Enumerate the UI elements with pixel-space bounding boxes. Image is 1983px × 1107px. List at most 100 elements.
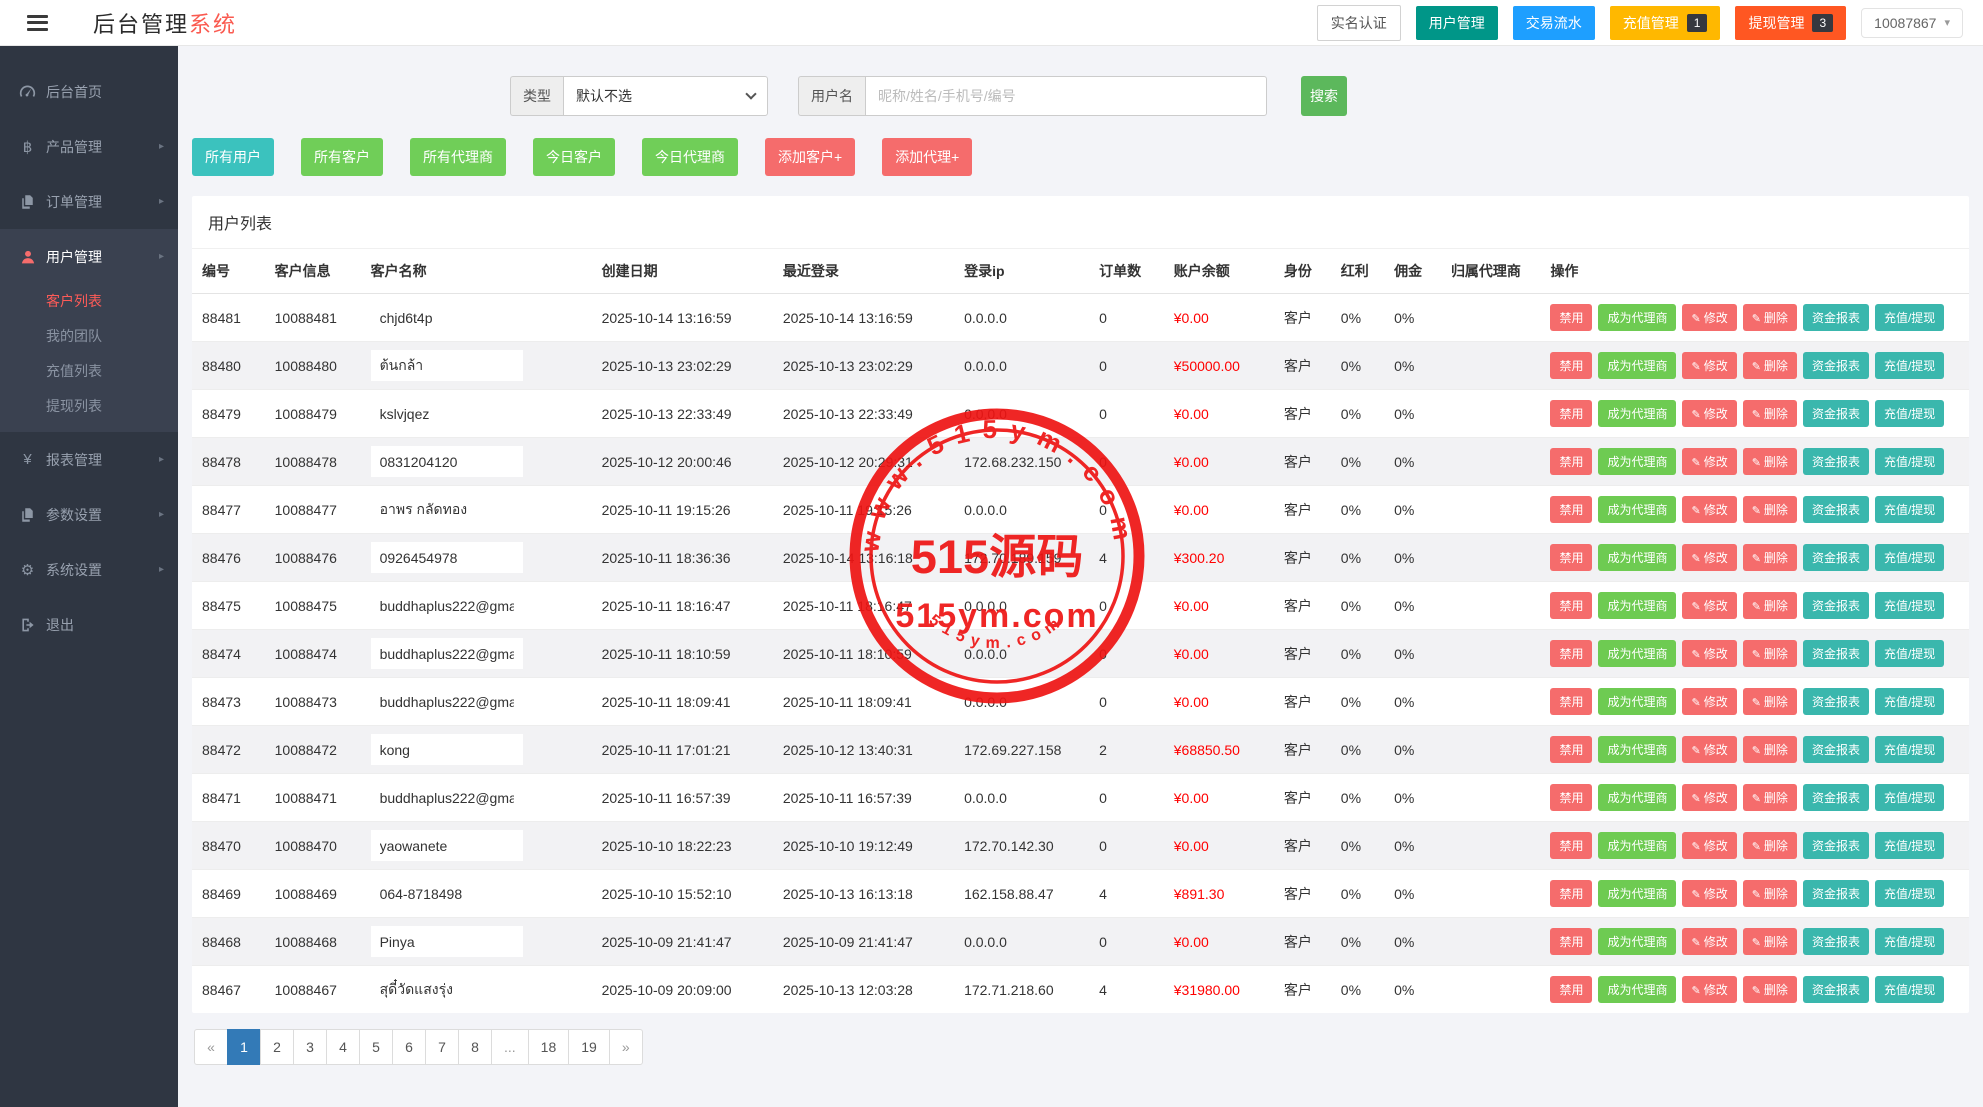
disable-button[interactable]: 禁用 (1550, 784, 1593, 811)
edit-button[interactable]: ✎ 修改 (1682, 448, 1737, 475)
become-agent-button[interactable]: 成为代理商 (1598, 592, 1677, 619)
all-agents-button[interactable]: 所有代理商 (410, 138, 506, 176)
edit-button[interactable]: ✎ 修改 (1682, 832, 1737, 859)
become-agent-button[interactable]: 成为代理商 (1598, 928, 1677, 955)
pagination-page-1[interactable]: 1 (227, 1029, 261, 1065)
recharge-withdraw-button[interactable]: 充值/提现 (1874, 784, 1945, 811)
recharge-withdraw-button[interactable]: 充值/提现 (1874, 544, 1945, 571)
disable-button[interactable]: 禁用 (1550, 592, 1593, 619)
customer-name-input[interactable] (370, 974, 523, 1005)
edit-button[interactable]: ✎ 修改 (1682, 592, 1737, 619)
customer-name-input[interactable] (370, 494, 523, 525)
edit-button[interactable]: ✎ 修改 (1682, 784, 1737, 811)
sidebar-item-orders[interactable]: 订单管理 ▸ (0, 174, 178, 229)
become-agent-button[interactable]: 成为代理商 (1598, 784, 1677, 811)
become-agent-button[interactable]: 成为代理商 (1598, 976, 1677, 1003)
become-agent-button[interactable]: 成为代理商 (1598, 448, 1677, 475)
pagination-page-4[interactable]: 4 (326, 1029, 360, 1065)
customer-name-input[interactable] (370, 542, 523, 573)
customer-name-input[interactable] (370, 686, 523, 717)
disable-button[interactable]: 禁用 (1550, 544, 1593, 571)
disable-button[interactable]: 禁用 (1550, 736, 1593, 763)
add-agent-button[interactable]: 添加代理+ (882, 138, 973, 176)
edit-button[interactable]: ✎ 修改 (1682, 688, 1737, 715)
delete-button[interactable]: ✎ 删除 (1742, 448, 1797, 475)
add-customer-button[interactable]: 添加客户+ (765, 138, 856, 176)
edit-button[interactable]: ✎ 修改 (1682, 400, 1737, 427)
become-agent-button[interactable]: 成为代理商 (1598, 832, 1677, 859)
fund-report-button[interactable]: 资金报表 (1802, 784, 1869, 811)
delete-button[interactable]: ✎ 删除 (1742, 736, 1797, 763)
pagination-page-6[interactable]: 6 (392, 1029, 426, 1065)
sidebar-item-logout[interactable]: 退出 (0, 597, 178, 652)
customer-name-input[interactable] (370, 734, 523, 765)
recharge-withdraw-button[interactable]: 充值/提现 (1874, 688, 1945, 715)
become-agent-button[interactable]: 成为代理商 (1598, 304, 1677, 331)
pagination-page-18[interactable]: 18 (527, 1029, 570, 1065)
delete-button[interactable]: ✎ 删除 (1742, 400, 1797, 427)
search-button[interactable]: 搜索 (1301, 76, 1347, 116)
edit-button[interactable]: ✎ 修改 (1682, 640, 1737, 667)
account-dropdown[interactable]: 10087867 ▾ (1861, 7, 1963, 38)
edit-button[interactable]: ✎ 修改 (1682, 736, 1737, 763)
hamburger-menu-icon[interactable] (27, 11, 48, 34)
recharge-withdraw-button[interactable]: 充值/提现 (1874, 448, 1945, 475)
disable-button[interactable]: 禁用 (1550, 640, 1593, 667)
become-agent-button[interactable]: 成为代理商 (1598, 544, 1677, 571)
fund-report-button[interactable]: 资金报表 (1802, 592, 1869, 619)
pagination-page-3[interactable]: 3 (293, 1029, 327, 1065)
disable-button[interactable]: 禁用 (1550, 928, 1593, 955)
delete-button[interactable]: ✎ 删除 (1742, 496, 1797, 523)
sidebar-item-params[interactable]: 参数设置 ▸ (0, 487, 178, 542)
recharge-withdraw-button[interactable]: 充值/提现 (1874, 640, 1945, 667)
customer-name-input[interactable] (370, 926, 523, 957)
become-agent-button[interactable]: 成为代理商 (1598, 880, 1677, 907)
disable-button[interactable]: 禁用 (1550, 688, 1593, 715)
recharge-withdraw-button[interactable]: 充值/提现 (1874, 832, 1945, 859)
delete-button[interactable]: ✎ 删除 (1742, 544, 1797, 571)
fund-report-button[interactable]: 资金报表 (1802, 928, 1869, 955)
delete-button[interactable]: ✎ 删除 (1742, 880, 1797, 907)
disable-button[interactable]: 禁用 (1550, 976, 1593, 1003)
sidebar-subitem-customer-list[interactable]: 客户列表 (0, 284, 178, 319)
delete-button[interactable]: ✎ 删除 (1742, 976, 1797, 1003)
edit-button[interactable]: ✎ 修改 (1682, 880, 1737, 907)
pagination-page-5[interactable]: 5 (359, 1029, 393, 1065)
all-customers-button[interactable]: 所有客户 (301, 138, 383, 176)
become-agent-button[interactable]: 成为代理商 (1598, 400, 1677, 427)
withdraw-manage-button[interactable]: 提现管理 3 (1735, 5, 1847, 40)
delete-button[interactable]: ✎ 删除 (1742, 640, 1797, 667)
recharge-withdraw-button[interactable]: 充值/提现 (1874, 928, 1945, 955)
become-agent-button[interactable]: 成为代理商 (1598, 352, 1677, 379)
pagination-page-2[interactable]: 2 (260, 1029, 294, 1065)
realname-auth-button[interactable]: 实名认证 (1316, 4, 1401, 41)
user-manage-button[interactable]: 用户管理 (1415, 5, 1498, 40)
disable-button[interactable]: 禁用 (1550, 304, 1593, 331)
delete-button[interactable]: ✎ 删除 (1742, 304, 1797, 331)
recharge-withdraw-button[interactable]: 充值/提现 (1874, 352, 1945, 379)
fund-report-button[interactable]: 资金报表 (1802, 688, 1869, 715)
recharge-manage-button[interactable]: 充值管理 1 (1609, 5, 1721, 40)
customer-name-input[interactable] (370, 350, 523, 381)
fund-report-button[interactable]: 资金报表 (1802, 448, 1869, 475)
recharge-withdraw-button[interactable]: 充值/提现 (1874, 592, 1945, 619)
edit-button[interactable]: ✎ 修改 (1682, 304, 1737, 331)
pagination-prev[interactable]: « (194, 1029, 228, 1065)
fund-report-button[interactable]: 资金报表 (1802, 976, 1869, 1003)
delete-button[interactable]: ✎ 删除 (1742, 592, 1797, 619)
recharge-withdraw-button[interactable]: 充值/提现 (1874, 976, 1945, 1003)
sidebar-item-settings[interactable]: ⚙ 系统设置 ▸ (0, 542, 178, 597)
become-agent-button[interactable]: 成为代理商 (1598, 496, 1677, 523)
become-agent-button[interactable]: 成为代理商 (1598, 688, 1677, 715)
edit-button[interactable]: ✎ 修改 (1682, 544, 1737, 571)
customer-name-input[interactable] (370, 590, 523, 621)
edit-button[interactable]: ✎ 修改 (1682, 496, 1737, 523)
delete-button[interactable]: ✎ 删除 (1742, 832, 1797, 859)
fund-report-button[interactable]: 资金报表 (1802, 832, 1869, 859)
sidebar-item-home[interactable]: 后台首页 (0, 64, 178, 119)
recharge-withdraw-button[interactable]: 充值/提现 (1874, 880, 1945, 907)
edit-button[interactable]: ✎ 修改 (1682, 352, 1737, 379)
fund-report-button[interactable]: 资金报表 (1802, 640, 1869, 667)
customer-name-input[interactable] (370, 830, 523, 861)
disable-button[interactable]: 禁用 (1550, 880, 1593, 907)
